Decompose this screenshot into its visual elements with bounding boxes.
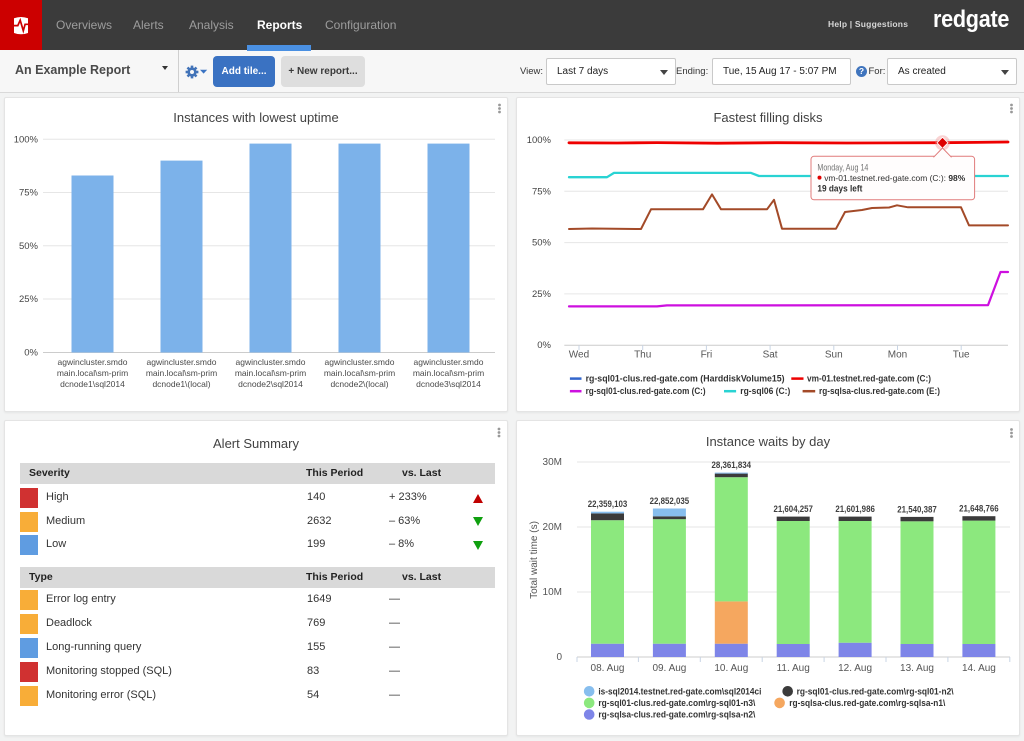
svg-text:rg-sqlsa-clus.red-gate.com\rg-: rg-sqlsa-clus.red-gate.com\rg-sqlsa-n1\ [789,698,945,709]
svg-text:main.local\sm-prim: main.local\sm-prim [413,368,484,378]
svg-text:dcnode1\sql2014: dcnode1\sql2014 [60,379,125,389]
svg-text:Thu: Thu [634,350,651,361]
svg-text:Tue: Tue [953,350,970,361]
svg-text:vm-01.testnet.red-gate.com (C:: vm-01.testnet.red-gate.com (C:) [807,374,931,385]
svg-text:14. Aug: 14. Aug [962,663,996,674]
svg-text:75%: 75% [532,186,552,197]
svg-text:20M: 20M [543,522,562,533]
svg-text:agwincluster.smdo: agwincluster.smdo [325,357,395,367]
svg-text:75%: 75% [19,188,39,199]
svg-text:30M: 30M [543,457,562,468]
svg-text:agwincluster.smdo: agwincluster.smdo [236,357,306,367]
svg-text:Wed: Wed [569,350,589,361]
svg-text:25%: 25% [532,289,552,300]
svg-text:main.local\sm-prim: main.local\sm-prim [324,368,395,378]
svg-text:21,604,257: 21,604,257 [773,504,813,514]
svg-text:22,359,103: 22,359,103 [588,499,628,509]
svg-text:11. Aug: 11. Aug [777,663,810,674]
svg-text:dcnode1\(local): dcnode1\(local) [152,379,210,389]
svg-text:rg-sql01-clus.red-gate.com\rg-: rg-sql01-clus.red-gate.com\rg-sql01-n2\ [797,686,954,697]
svg-text:rg-sqlsa-clus.red-gate.com (E:: rg-sqlsa-clus.red-gate.com (E:) [819,386,940,397]
svg-text:main.local\sm-prim: main.local\sm-prim [57,368,128,378]
svg-text:main.local\sm-prim: main.local\sm-prim [146,368,217,378]
svg-text:12. Aug: 12. Aug [838,663,872,674]
svg-text:100%: 100% [527,135,552,146]
svg-text:Monday, Aug 14: Monday, Aug 14 [817,162,868,172]
svg-text:Instance waits by day: Instance waits by day [706,434,831,449]
svg-text:Sun: Sun [825,350,843,361]
svg-text:rg-sqlsa-clus.red-gate.com\rg-: rg-sqlsa-clus.red-gate.com\rg-sqlsa-n2\ [598,710,755,721]
svg-text:50%: 50% [19,241,39,252]
svg-text:main.local\sm-prim: main.local\sm-prim [235,368,306,378]
svg-text:rg-sql01-clus.red-gate.com (C:: rg-sql01-clus.red-gate.com (C:) [586,386,706,397]
svg-text:21,540,387: 21,540,387 [897,504,937,514]
svg-text:28,361,834: 28,361,834 [712,460,752,470]
svg-text:Fastest filling disks: Fastest filling disks [713,110,823,125]
svg-text:rg-sql06 (C:): rg-sql06 (C:) [740,386,790,397]
svg-text:Fri: Fri [701,350,713,361]
svg-text:Mon: Mon [888,350,907,361]
svg-text:vm-01.testnet.red-gate.com (C:: vm-01.testnet.red-gate.com (C:): 98% [824,173,965,183]
svg-text:0: 0 [556,652,562,663]
svg-text:rg-sql01-clus.red-gate.com (Ha: rg-sql01-clus.red-gate.com (HarddiskVolu… [586,374,785,385]
svg-text:25%: 25% [19,294,39,305]
svg-text:21,648,766: 21,648,766 [959,504,999,514]
svg-text:50%: 50% [532,238,552,249]
svg-text:dcnode2\(local): dcnode2\(local) [330,379,388,389]
svg-text:0%: 0% [24,348,38,359]
svg-text:21,601,986: 21,601,986 [835,504,875,514]
svg-text:Instances with lowest uptime: Instances with lowest uptime [173,110,338,125]
svg-text:is-sql2014.testnet.red-gate.co: is-sql2014.testnet.red-gate.com\sql2014c… [598,686,761,697]
svg-text:09. Aug: 09. Aug [652,663,686,674]
svg-text:dcnode2\sql2014: dcnode2\sql2014 [238,379,303,389]
svg-text:Total wait time (s): Total wait time (s) [529,521,540,599]
svg-text:Sat: Sat [763,350,778,361]
svg-text:22,852,035: 22,852,035 [650,496,690,506]
svg-text:agwincluster.smdo: agwincluster.smdo [58,357,128,367]
svg-text:13. Aug: 13. Aug [900,663,934,674]
svg-text:dcnode3\sql2014: dcnode3\sql2014 [416,379,481,389]
svg-text:08. Aug: 08. Aug [591,663,625,674]
svg-text:agwincluster.smdo: agwincluster.smdo [414,357,484,367]
svg-text:100%: 100% [14,134,39,145]
svg-text:10. Aug: 10. Aug [714,663,748,674]
svg-text:0%: 0% [537,340,551,351]
svg-text:19 days left: 19 days left [817,184,862,194]
svg-text:10M: 10M [543,587,562,598]
svg-text:agwincluster.smdo: agwincluster.smdo [147,357,217,367]
svg-text:rg-sql01-clus.red-gate.com\rg-: rg-sql01-clus.red-gate.com\rg-sql01-n3\ [598,698,755,709]
